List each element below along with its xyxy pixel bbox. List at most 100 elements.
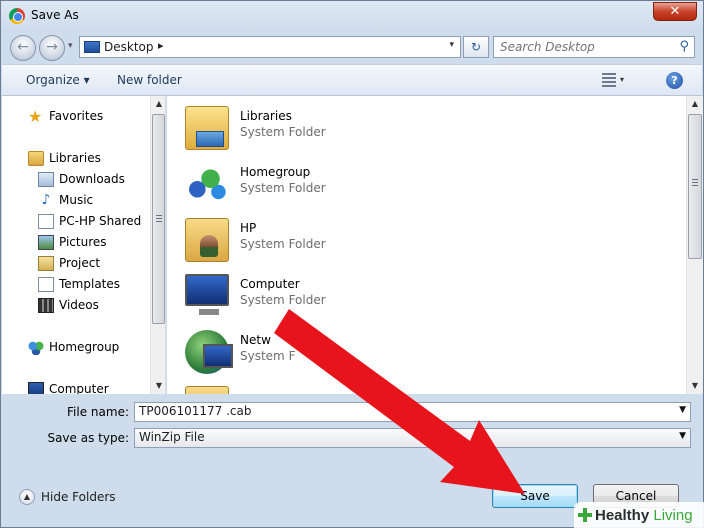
new-folder-button[interactable]: New folder: [117, 73, 182, 87]
save-as-type-dropdown-icon[interactable]: ▼: [679, 431, 686, 441]
file-name-label: File name:: [67, 405, 129, 419]
close-button[interactable]: ✕: [653, 2, 697, 21]
grip-icon: [156, 215, 162, 223]
nav-project[interactable]: Project: [38, 253, 100, 273]
file-name: HP: [240, 221, 257, 235]
scroll-down-icon[interactable]: ▼: [151, 378, 165, 394]
desktop-icon: [84, 41, 100, 53]
libraries-icon: [28, 150, 44, 166]
music-note-icon: ♪: [41, 191, 51, 208]
watermark-brand-part2: Living: [649, 506, 693, 524]
address-dropdown-icon[interactable]: ▾: [449, 40, 454, 50]
file-type: System Folder: [240, 181, 326, 195]
save-as-type-value[interactable]: WinZip File: [139, 430, 205, 444]
refresh-button[interactable]: ↻: [463, 36, 489, 58]
command-bar: Organize ▾ New folder ▾ ?: [2, 64, 702, 96]
pictures-icon: [38, 234, 54, 250]
nav-downloads[interactable]: Downloads: [38, 169, 125, 189]
film-strip-icon: [38, 297, 54, 313]
file-name-dropdown-icon[interactable]: ▼: [679, 405, 686, 415]
chevron-up-icon: ▲: [19, 489, 35, 505]
nav-music-label: Music: [59, 193, 94, 207]
grip-icon: [692, 179, 698, 187]
chrome-icon: [9, 8, 25, 24]
nav-pictures[interactable]: Pictures: [38, 232, 107, 252]
folder-icon: [185, 386, 229, 394]
watermark-text: Healthy Living: [595, 507, 693, 524]
nav-libraries-label: Libraries: [49, 151, 101, 165]
nav-pc-hp-shared[interactable]: PC-HP Shared: [38, 211, 141, 231]
project-icon: [38, 255, 54, 271]
nav-pictures-label: Pictures: [59, 235, 107, 249]
nav-scroll-thumb[interactable]: [152, 114, 165, 324]
save-as-type-select[interactable]: WinZip File ▼: [134, 428, 691, 448]
nav-favorites[interactable]: ★ Favorites: [28, 106, 103, 126]
nav-favorites-label: Favorites: [49, 109, 104, 123]
address-bar[interactable]: Desktop ▸ ▾: [79, 36, 461, 58]
nav-music[interactable]: ♪ Music: [38, 190, 94, 210]
homegroup-icon: [185, 162, 229, 206]
hide-folders-label: Hide Folders: [41, 490, 116, 504]
recent-pages-dropdown[interactable]: ▾: [68, 41, 73, 51]
scroll-up-icon[interactable]: ▲: [687, 96, 703, 112]
file-type: System F: [240, 349, 296, 363]
nav-project-label: Project: [59, 256, 101, 270]
forward-button[interactable]: →: [39, 35, 65, 61]
forward-arrow-icon: →: [46, 39, 58, 55]
nav-templates-label: Templates: [59, 277, 121, 291]
view-options-dropdown[interactable]: ▾: [620, 75, 624, 84]
nav-computer-label: Computer: [49, 382, 109, 394]
healthy-living-watermark: Healthy Living: [574, 502, 704, 528]
save-as-dialog: Save As ✕ ← → ▾ Desktop ▸ ▾ ↻ ⚲ Organize…: [0, 0, 704, 528]
file-type: System Folder: [240, 237, 326, 251]
file-name: Homegroup: [240, 165, 311, 179]
computer-icon: [185, 274, 229, 315]
nav-templates[interactable]: Templates: [38, 274, 120, 294]
change-view-icon[interactable]: [602, 73, 616, 87]
homegroup-icon: [28, 339, 44, 355]
save-as-type-label: Save as type:: [47, 431, 129, 445]
save-button[interactable]: Save: [492, 484, 578, 508]
computer-icon: [28, 381, 44, 394]
address-location[interactable]: Desktop: [104, 40, 154, 54]
nav-homegroup-label: Homegroup: [49, 340, 120, 354]
file-list-scroll-thumb[interactable]: [688, 114, 702, 259]
watermark-brand-part1: Healthy: [595, 506, 650, 524]
nav-scrollbar[interactable]: ▲ ▼: [150, 96, 165, 394]
back-arrow-icon: ←: [17, 39, 29, 55]
nav-homegroup[interactable]: Homegroup: [28, 337, 119, 357]
search-input[interactable]: [498, 39, 668, 55]
hide-folders-button[interactable]: ▲ Hide Folders: [19, 489, 116, 505]
file-list: Libraries System Folder Homegroup System…: [167, 96, 703, 394]
title-bar[interactable]: Save As ✕: [1, 1, 703, 31]
user-folder-icon: [185, 218, 229, 262]
window-title: Save As: [31, 8, 79, 22]
file-name-field[interactable]: TP006101177 .cab ▼: [134, 402, 691, 422]
refresh-icon: ↻: [470, 40, 482, 54]
file-name-value[interactable]: TP006101177 .cab: [139, 404, 251, 418]
file-name: Libraries: [240, 109, 292, 123]
scroll-up-icon[interactable]: ▲: [151, 96, 165, 112]
network-icon: [185, 330, 233, 374]
scroll-down-icon[interactable]: ▼: [687, 378, 703, 394]
file-type: System Folder: [240, 125, 326, 139]
search-icon[interactable]: ⚲: [679, 39, 689, 54]
templates-icon: [38, 276, 54, 292]
search-box[interactable]: ⚲: [493, 36, 695, 58]
downloads-icon: [38, 171, 54, 187]
nav-pc-hp-shared-label: PC-HP Shared: [59, 214, 142, 228]
nav-downloads-label: Downloads: [59, 172, 125, 186]
nav-videos[interactable]: Videos: [38, 295, 99, 315]
nav-libraries[interactable]: Libraries: [28, 148, 101, 168]
back-button[interactable]: ←: [10, 35, 36, 61]
chevron-right-icon[interactable]: ▸: [158, 39, 164, 52]
file-type: System Folder: [240, 293, 326, 307]
star-icon: ★: [28, 106, 43, 126]
nav-computer[interactable]: Computer: [28, 379, 109, 394]
file-name: Computer: [240, 277, 300, 291]
file-name: Netw: [240, 333, 271, 347]
organize-button[interactable]: Organize ▾: [26, 73, 90, 87]
file-list-scrollbar[interactable]: ▲ ▼: [686, 96, 703, 394]
help-icon[interactable]: ?: [666, 72, 683, 89]
nav-videos-label: Videos: [59, 298, 99, 312]
